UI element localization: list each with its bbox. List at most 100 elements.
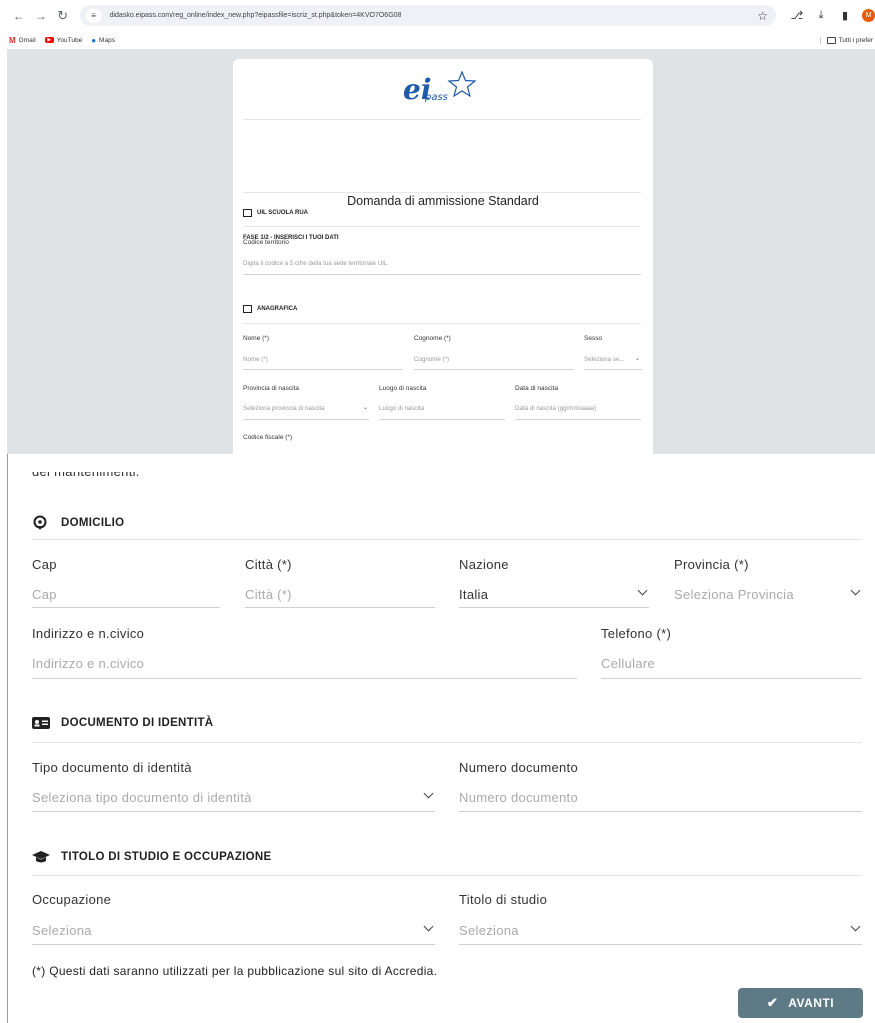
frame-border — [7, 454, 8, 1023]
tipo-documento-select[interactable]: Seleziona tipo documento di identità — [32, 790, 252, 805]
chevron-down-icon — [423, 921, 434, 932]
chevron-down-icon — [850, 585, 861, 596]
sesso-select[interactable]: Seleziona se... — [584, 356, 625, 363]
bookmarks-bar: M Gmail ▶ YouTube ● Maps Tutti i prefer — [0, 32, 875, 48]
all-bookmarks-label: Tutti i prefer — [838, 36, 873, 44]
section-documento: DOCUMENTO DI IDENTITÀ — [32, 717, 213, 729]
bookmark-youtube[interactable]: ▶ YouTube — [44, 36, 83, 44]
all-bookmarks[interactable]: Tutti i prefer — [819, 36, 873, 44]
bookmark-label: YouTube — [56, 36, 83, 44]
nome-input[interactable]: Nome (*) — [243, 356, 268, 363]
partial-text: dei mantenimenti. — [32, 464, 140, 479]
divider — [32, 539, 862, 540]
bookmark-gmail[interactable]: M Gmail — [9, 36, 36, 45]
chevron-down-icon — [850, 921, 861, 932]
numero-documento-label: Numero documento — [459, 760, 578, 775]
url-text: didasko.eipass.com/reg_online/index_new.… — [109, 12, 402, 19]
numero-documento-input[interactable]: Numero documento — [459, 790, 578, 805]
citta-input[interactable]: Città (*) — [245, 587, 292, 602]
occupazione-select[interactable]: Seleziona — [32, 923, 92, 938]
nazione-label: Nazione — [459, 557, 509, 572]
input-underline — [459, 607, 649, 608]
eipass-logo: ei pass — [401, 71, 481, 107]
privacy-note: (*) Questi dati saranno utilizzati per l… — [32, 964, 438, 978]
chevron-down-icon: ⌄ — [363, 405, 369, 411]
cap-input[interactable]: Cap — [32, 587, 57, 602]
input-underline — [243, 274, 641, 275]
input-underline — [245, 607, 435, 608]
input-underline — [414, 369, 574, 370]
titolo-studio-label: Titolo di studio — [459, 892, 548, 907]
building-icon — [243, 209, 252, 217]
luogo-nascita-label: Luogo di nascita — [379, 385, 427, 392]
chevron-down-icon — [423, 788, 434, 799]
luogo-nascita-input[interactable]: Luogo di nascita — [379, 405, 424, 412]
input-underline — [243, 419, 369, 420]
back-icon[interactable]: ← — [10, 7, 28, 25]
section-domicilio: DOMICILIO — [32, 515, 124, 531]
bookmark-label: Maps — [99, 36, 115, 44]
codice-label: Codice territorio — [243, 239, 289, 246]
star-icon — [447, 71, 477, 97]
page-title: Domanda di ammissione Standard — [347, 194, 539, 208]
youtube-icon: ▶ — [44, 37, 54, 43]
titolo-studio-select[interactable]: Seleziona — [459, 923, 519, 938]
input-underline — [459, 811, 862, 812]
divider — [243, 226, 641, 227]
section-titolo: TITOLO DI STUDIO E OCCUPAZIONE — [32, 850, 271, 864]
extensions-icon[interactable]: ⎇ — [790, 9, 804, 22]
provincia-nascita-select[interactable]: Seleziona provincia di nascita — [243, 405, 325, 412]
input-underline — [32, 944, 435, 945]
site-settings-icon[interactable]: ≡ — [85, 8, 102, 23]
telefono-input[interactable]: Cellulare — [601, 656, 655, 671]
input-underline — [32, 607, 220, 608]
download-icon[interactable]: ⤓ — [814, 9, 828, 22]
graduation-cap-icon — [32, 851, 50, 863]
input-underline — [379, 419, 505, 420]
check-icon: ✔ — [766, 995, 779, 1010]
input-underline — [32, 811, 435, 812]
codice-fiscale-label: Codice fiscale (*) — [243, 434, 293, 441]
divider — [32, 875, 862, 876]
chevron-down-icon: ⌄ — [635, 356, 641, 362]
section-anagrafica: ANAGRAFICA — [243, 305, 297, 313]
data-nascita-input[interactable]: Data di nascita (gg/mm/aaaa) — [515, 405, 596, 412]
input-underline — [459, 944, 862, 945]
cognome-input[interactable]: Cognome (*) — [414, 356, 449, 363]
address-bar[interactable]: ≡ didasko.eipass.com/reg_online/index_ne… — [79, 5, 777, 26]
nazione-select[interactable]: Italia — [459, 587, 488, 602]
indirizzo-label: Indirizzo e n.civico — [32, 626, 145, 641]
divider — [243, 119, 641, 120]
provincia-label: Provincia (*) — [674, 557, 749, 572]
tipo-documento-label: Tipo documento di identità — [32, 760, 192, 775]
maps-icon: ● — [91, 35, 97, 45]
input-underline — [584, 369, 642, 370]
data-nascita-label: Data di nascita — [515, 385, 558, 392]
bookmark-star-icon[interactable]: ☆ — [757, 9, 768, 23]
browser-toolbar: ← → ↻ ≡ didasko.eipass.com/reg_online/in… — [0, 0, 875, 31]
logo-sub: pass — [425, 92, 448, 103]
indirizzo-input[interactable]: Indirizzo e n.civico — [32, 656, 144, 671]
form-card: ei pass Domanda di ammissione Standard F… — [233, 59, 653, 454]
cognome-label: Cognome (*) — [414, 335, 451, 342]
section-title: TITOLO DI STUDIO E OCCUPAZIONE — [61, 851, 272, 863]
codice-input[interactable]: Digita il codice a 5 cifre della tua sed… — [243, 260, 387, 267]
sesso-label: Sesso — [584, 335, 603, 342]
provincia-select[interactable]: Seleziona Provincia — [674, 587, 794, 602]
reload-icon[interactable]: ↻ — [54, 7, 72, 25]
avanti-label: AVANTI — [788, 996, 835, 1010]
section-title: DOCUMENTO DI IDENTITÀ — [61, 717, 214, 729]
side-panel-icon[interactable]: ▮ — [838, 9, 852, 22]
provincia-nascita-label: Provincia di nascita — [243, 385, 299, 392]
avanti-button[interactable]: ✔ AVANTI — [738, 988, 863, 1018]
id-card-icon — [32, 717, 50, 729]
nome-label: Nome (*) — [243, 335, 270, 342]
occupazione-label: Occupazione — [32, 892, 112, 907]
bookmark-label: Gmail — [18, 36, 36, 44]
profile-avatar[interactable]: M — [862, 9, 875, 22]
section-title: DOMICILIO — [61, 517, 125, 529]
forward-icon[interactable]: → — [32, 7, 50, 25]
divider — [243, 192, 641, 193]
bookmark-maps[interactable]: ● Maps — [91, 36, 115, 45]
folder-icon — [826, 36, 836, 44]
